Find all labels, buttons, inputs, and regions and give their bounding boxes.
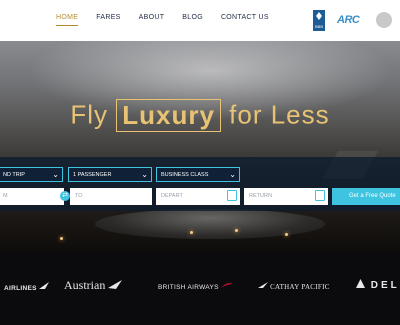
cabin-class-select[interactable]: BUSINESS CLASS ⌄	[156, 167, 240, 182]
airline-wing-icon	[38, 282, 49, 289]
hero-headline: Fly Luxury for Less	[0, 98, 400, 132]
svg-text:BBB: BBB	[315, 24, 323, 29]
passenger-value: 1 PASSENGER	[73, 172, 112, 178]
runway-light	[235, 229, 238, 232]
cathay-pacific-text: CATHAY PACIFIC	[270, 283, 330, 291]
nav-about[interactable]: ABOUT	[139, 14, 165, 26]
depart-placeholder: DEPART	[161, 193, 183, 199]
nav-fares[interactable]: FARES	[96, 14, 120, 26]
certification-seal-icon	[376, 12, 392, 28]
british-airways-text: BRITISH AIRWAYS	[158, 284, 219, 291]
trip-type-select[interactable]: ND TRIP ⌄	[0, 167, 63, 182]
delta-logo: DEL	[356, 279, 400, 291]
nav-links: HOME FARES ABOUT BLOG CONTACT US	[56, 14, 287, 26]
arrow-icon	[108, 280, 123, 289]
austrian-logo: Austrian	[64, 278, 123, 293]
cabin-class-value: BUSINESS CLASS	[161, 172, 209, 178]
chevron-down-icon: ⌄	[52, 170, 59, 179]
runway-light	[190, 231, 193, 234]
jet-silhouette	[95, 209, 325, 239]
swap-icon[interactable]: ⇄	[60, 191, 70, 201]
headline-pre: Fly	[70, 99, 108, 130]
to-input[interactable]: TO	[70, 188, 152, 205]
calendar-icon[interactable]	[227, 190, 237, 201]
return-date-input[interactable]: RETURN	[244, 188, 328, 205]
delta-text: DEL	[370, 280, 400, 291]
depart-date-input[interactable]: DEPART	[156, 188, 240, 205]
airline-logo: AIRLINES	[4, 282, 49, 292]
cathay-pacific-logo: CATHAY PACIFIC	[258, 282, 330, 291]
delta-widget-icon	[356, 279, 365, 288]
airline-logo-text: AIRLINES	[4, 285, 37, 292]
bbb-accreditation-logo: BBB	[313, 10, 325, 31]
get-quote-button[interactable]: Get a Free Quote	[332, 188, 400, 205]
top-navbar: HOME FARES ABOUT BLOG CONTACT US BBB ARC	[0, 0, 400, 41]
return-placeholder: RETURN	[249, 193, 272, 199]
passenger-select[interactable]: 1 PASSENGER ⌄	[68, 167, 152, 182]
runway-light	[60, 237, 63, 240]
trip-type-value: ND TRIP	[3, 172, 25, 178]
chevron-down-icon: ⌄	[141, 170, 148, 179]
to-placeholder: TO	[75, 193, 83, 199]
arc-logo: ARC	[337, 14, 360, 26]
nav-blog[interactable]: BLOG	[182, 14, 203, 26]
brushwing-icon	[258, 282, 268, 288]
speedmarque-icon	[220, 283, 233, 288]
from-placeholder: M	[3, 193, 8, 199]
calendar-icon[interactable]	[315, 190, 325, 201]
hero-background	[0, 41, 400, 253]
nav-contact-us[interactable]: CONTACT US	[221, 14, 269, 26]
british-airways-logo: BRITISH AIRWAYS	[158, 282, 233, 291]
headline-highlight: Luxury	[116, 98, 221, 132]
headline-post: for Less	[229, 99, 330, 130]
austrian-logo-text: Austrian	[64, 278, 106, 292]
from-input[interactable]: M	[0, 188, 64, 205]
nav-home[interactable]: HOME	[56, 14, 79, 26]
runway-light	[285, 233, 288, 236]
chevron-down-icon: ⌄	[229, 170, 236, 179]
airline-logos-strip: AIRLINES Austrian BRITISH AIRWAYS CATHAY…	[0, 253, 400, 325]
